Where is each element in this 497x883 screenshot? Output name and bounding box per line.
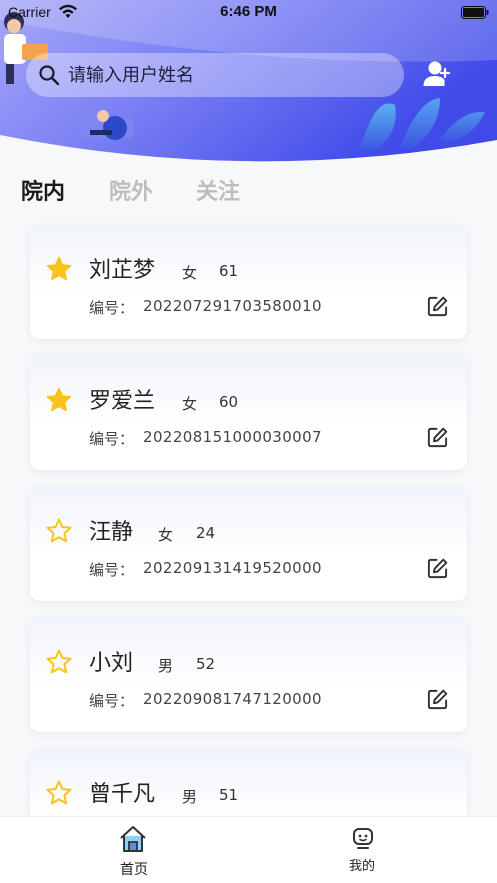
star-filled-icon[interactable] xyxy=(45,386,73,414)
patient-gender: 女 xyxy=(182,264,198,282)
battery-icon xyxy=(461,6,489,19)
star-outline-icon[interactable] xyxy=(45,648,73,676)
star-outline-icon[interactable] xyxy=(45,779,73,807)
tab-following[interactable]: 关注 xyxy=(196,174,240,206)
nav-profile-label: 我的 xyxy=(348,859,375,874)
nav-home[interactable]: 首页 xyxy=(10,817,258,883)
patient-card[interactable]: 小刘 男 52 编号： 202209081747120000 xyxy=(30,618,467,732)
nav-home-label: 首页 xyxy=(120,862,148,878)
patient-age: 52 xyxy=(196,655,216,673)
patient-name: 罗爱兰 xyxy=(89,389,156,414)
patient-id-label: 编号： xyxy=(89,430,135,448)
patient-age: 24 xyxy=(196,524,216,542)
patient-gender: 男 xyxy=(182,788,198,806)
patient-id: 202207291703580010 xyxy=(143,297,322,315)
star-outline-icon[interactable] xyxy=(45,517,73,545)
patient-age: 51 xyxy=(219,786,239,804)
tab-bar: 院内 院外 关注 xyxy=(0,168,497,212)
search-icon xyxy=(39,65,60,86)
patient-card[interactable]: 罗爱兰 女 60 编号： 202208151000030007 xyxy=(30,356,467,470)
nav-profile[interactable]: 我的 xyxy=(238,817,486,883)
search-bar[interactable] xyxy=(26,53,404,97)
patient-card[interactable]: 汪静 女 24 编号： 202209131419520000 xyxy=(30,487,467,601)
patient-id: 202209081747120000 xyxy=(143,690,322,708)
patient-card[interactable]: 刘芷梦 女 61 编号： 202207291703580010 xyxy=(30,225,467,339)
star-filled-icon[interactable] xyxy=(45,255,73,283)
tab-out-hospital[interactable]: 院外 xyxy=(109,174,153,206)
edit-icon[interactable] xyxy=(426,557,449,580)
patient-id-label: 编号： xyxy=(89,692,135,710)
patient-age: 61 xyxy=(219,262,239,280)
patient-id-label: 编号： xyxy=(89,299,135,317)
bottom-nav: 首页 我的 xyxy=(0,816,497,883)
patient-gender: 女 xyxy=(182,395,198,413)
home-icon xyxy=(120,826,146,852)
patient-id: 202209131419520000 xyxy=(143,559,322,577)
patient-card[interactable]: 曾千凡 男 51 xyxy=(30,749,467,816)
patient-name: 小刘 xyxy=(89,651,134,676)
patient-age: 60 xyxy=(219,393,239,411)
patient-gender: 女 xyxy=(158,526,174,544)
tab-in-hospital[interactable]: 院内 xyxy=(21,174,65,206)
patient-id-label: 编号： xyxy=(89,561,135,579)
patient-name: 汪静 xyxy=(89,520,134,545)
patient-gender: 男 xyxy=(158,657,174,675)
clock: 6:46 PM xyxy=(220,3,277,20)
edit-icon[interactable] xyxy=(426,295,449,318)
edit-icon[interactable] xyxy=(426,688,449,711)
status-bar: Carrier 6:46 PM xyxy=(0,0,497,26)
search-input[interactable] xyxy=(68,64,368,86)
profile-icon xyxy=(353,828,373,849)
patient-name: 刘芷梦 xyxy=(89,258,156,283)
header: Carrier 6:46 PM xyxy=(0,0,497,165)
edit-icon[interactable] xyxy=(426,426,449,449)
patient-id: 202208151000030007 xyxy=(143,428,322,446)
patient-name: 曾千凡 xyxy=(89,782,156,807)
add-user-icon[interactable] xyxy=(422,59,452,89)
patient-list: 刘芷梦 女 61 编号： 202207291703580010 罗爱兰 女 60… xyxy=(0,222,497,816)
